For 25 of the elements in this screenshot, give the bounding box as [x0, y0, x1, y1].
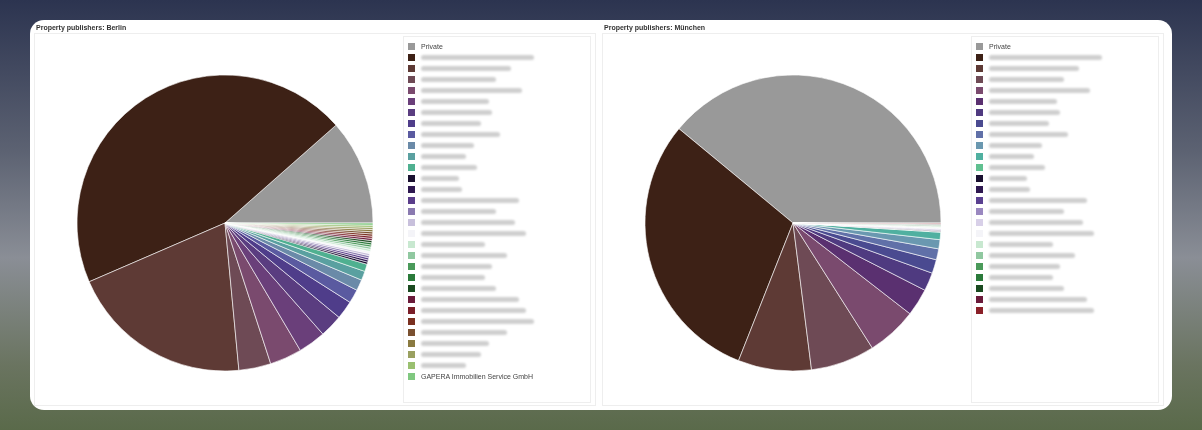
- redacted-text: [421, 264, 492, 269]
- redacted-text: [421, 352, 481, 357]
- redacted-text: [989, 143, 1042, 148]
- redacted-text: [989, 264, 1060, 269]
- redacted-text: [421, 275, 485, 280]
- redacted-text: [989, 176, 1027, 181]
- redacted-text: [989, 165, 1045, 170]
- redacted-text: [989, 121, 1049, 126]
- redacted-text: [989, 242, 1053, 247]
- redacted-text: [989, 275, 1053, 280]
- redacted-text: [421, 187, 462, 192]
- redacted-text: [989, 99, 1057, 104]
- redacted-text: [421, 121, 481, 126]
- redacted-text: [421, 242, 485, 247]
- redacted-text: [421, 165, 477, 170]
- redacted-text: [421, 363, 466, 368]
- redacted-text: [421, 341, 489, 346]
- redacted-text: [421, 154, 466, 159]
- redacted-text: [421, 143, 474, 148]
- redacted-text: [989, 110, 1060, 115]
- redacted-text: [421, 176, 459, 181]
- redacted-text: [989, 187, 1030, 192]
- redacted-text: [421, 110, 492, 115]
- redacted-text: [989, 154, 1034, 159]
- redacted-text: [421, 99, 489, 104]
